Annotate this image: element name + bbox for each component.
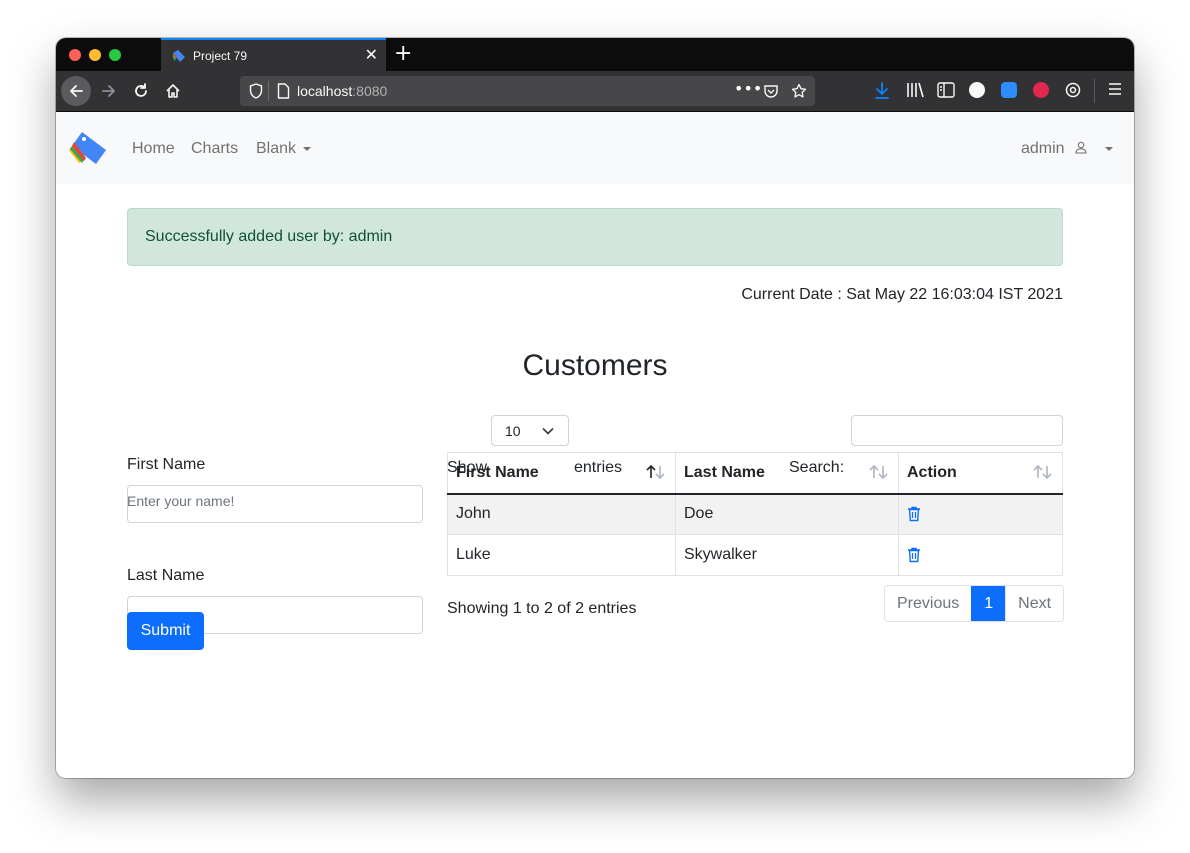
back-button[interactable] [61, 76, 91, 106]
chevron-down-icon [542, 427, 554, 435]
cell-action [898, 534, 1063, 576]
forward-button[interactable] [94, 76, 124, 106]
reload-icon [135, 83, 147, 97]
trash-icon[interactable] [907, 506, 921, 522]
pocket-icon[interactable] [763, 83, 779, 99]
user-name: admin [1021, 140, 1065, 157]
back-arrow-icon [70, 85, 83, 97]
page-title: Customers [522, 349, 668, 382]
url-port: :8080 [352, 83, 388, 99]
web-page: Home Charts Blank admin Successfully add… [56, 112, 1134, 778]
last-name-label: Last Name [127, 567, 205, 584]
minimize-window-button[interactable] [89, 49, 101, 61]
trash-icon[interactable] [907, 547, 921, 563]
table-row: Luke Skywalker [447, 534, 1063, 576]
user-menu[interactable]: admin [1021, 140, 1114, 158]
column-header-action[interactable]: Action [898, 452, 1063, 495]
nav-dropdown-blank-label: Blank [256, 140, 297, 157]
address-bar[interactable]: localhost:8080 ••• [240, 76, 815, 106]
table-info: Showing 1 to 2 of 2 entries [447, 600, 637, 617]
table-header-row: First Name Last Name Action [447, 452, 1063, 495]
tab-close-icon[interactable]: ✕ [365, 45, 378, 65]
pagination-previous[interactable]: Previous [885, 586, 972, 621]
home-icon [166, 84, 180, 98]
user-menu-chevron-icon [1105, 146, 1114, 151]
column-header-label: Action [907, 463, 957, 481]
nav-link-charts[interactable]: Charts [191, 140, 238, 158]
cell-last-name: Doe [675, 493, 899, 535]
success-alert: Successfully added user by: admin [127, 208, 1063, 266]
sort-ascending-icon [646, 465, 665, 479]
column-header-first-name[interactable]: First Name [447, 452, 676, 495]
user-icon [1075, 141, 1087, 154]
table-row: John Doe [447, 493, 1063, 535]
tab-bar: Project 79 ✕ + [56, 38, 1134, 71]
cell-first-name: John [447, 493, 676, 535]
customers-table: First Name Last Name Action John Doe Luk… [447, 452, 1063, 576]
column-header-label: Last Name [684, 463, 765, 481]
url-text: localhost:8080 [297, 83, 387, 99]
current-date: Current Date : Sat May 22 16:03:04 IST 2… [741, 286, 1063, 303]
more-actions-icon[interactable]: ••• [734, 79, 762, 98]
download-icon[interactable] [874, 82, 890, 100]
library-icon[interactable] [906, 82, 924, 98]
brand-logo-icon[interactable] [68, 130, 108, 166]
sidebar-icon[interactable] [937, 82, 955, 98]
first-name-help: Enter your name! [127, 493, 235, 509]
close-window-button[interactable] [69, 49, 81, 61]
browser-tab[interactable]: Project 79 ✕ [161, 38, 386, 71]
column-header-label: First Name [456, 463, 539, 481]
browser-toolbar: localhost:8080 ••• [56, 71, 1134, 112]
reload-button[interactable] [126, 76, 156, 106]
home-button[interactable] [158, 76, 188, 106]
new-tab-icon[interactable]: + [394, 41, 412, 67]
column-header-last-name[interactable]: Last Name [675, 452, 899, 495]
shield-icon[interactable] [249, 83, 263, 99]
adblock-extension-icon[interactable] [1033, 82, 1049, 98]
page-length-value: 10 [505, 423, 521, 439]
nav-dropdown-blank[interactable]: Blank [256, 140, 312, 158]
chevron-down-icon [303, 146, 312, 151]
first-name-label: First Name [127, 456, 206, 473]
browser-window: Project 79 ✕ + localhost:8080 ••• Home C… [56, 38, 1134, 778]
submit-button[interactable]: Submit [127, 612, 204, 650]
cell-first-name: Luke [447, 534, 676, 576]
zoom-extension-icon[interactable] [1001, 82, 1017, 98]
nav-link-home[interactable]: Home [132, 140, 175, 158]
account-avatar-icon[interactable] [969, 82, 985, 98]
alert-message: Successfully added user by: admin [145, 228, 393, 245]
site-navbar: Home Charts Blank admin [56, 112, 1134, 184]
bookmark-star-icon[interactable] [791, 83, 807, 99]
url-host: localhost [297, 83, 353, 99]
tag-logo-icon [173, 50, 185, 62]
cell-action [898, 493, 1063, 535]
pagination-page-current[interactable]: 1 [971, 586, 1006, 621]
page-icon [277, 83, 290, 99]
sort-icon [869, 465, 888, 479]
pagination: Previous 1 Next [884, 585, 1065, 622]
tab-title: Project 79 [193, 49, 248, 63]
hamburger-menu-icon[interactable] [1108, 82, 1122, 96]
sort-icon [1033, 465, 1052, 479]
sync-extension-icon[interactable] [1065, 82, 1081, 98]
maximize-window-button[interactable] [109, 49, 121, 61]
pagination-next[interactable]: Next [1005, 586, 1064, 621]
forward-arrow-icon [102, 85, 115, 97]
cell-last-name: Skywalker [675, 534, 899, 576]
table-search-input[interactable] [851, 415, 1063, 446]
page-length-select[interactable]: 10 [491, 415, 569, 446]
